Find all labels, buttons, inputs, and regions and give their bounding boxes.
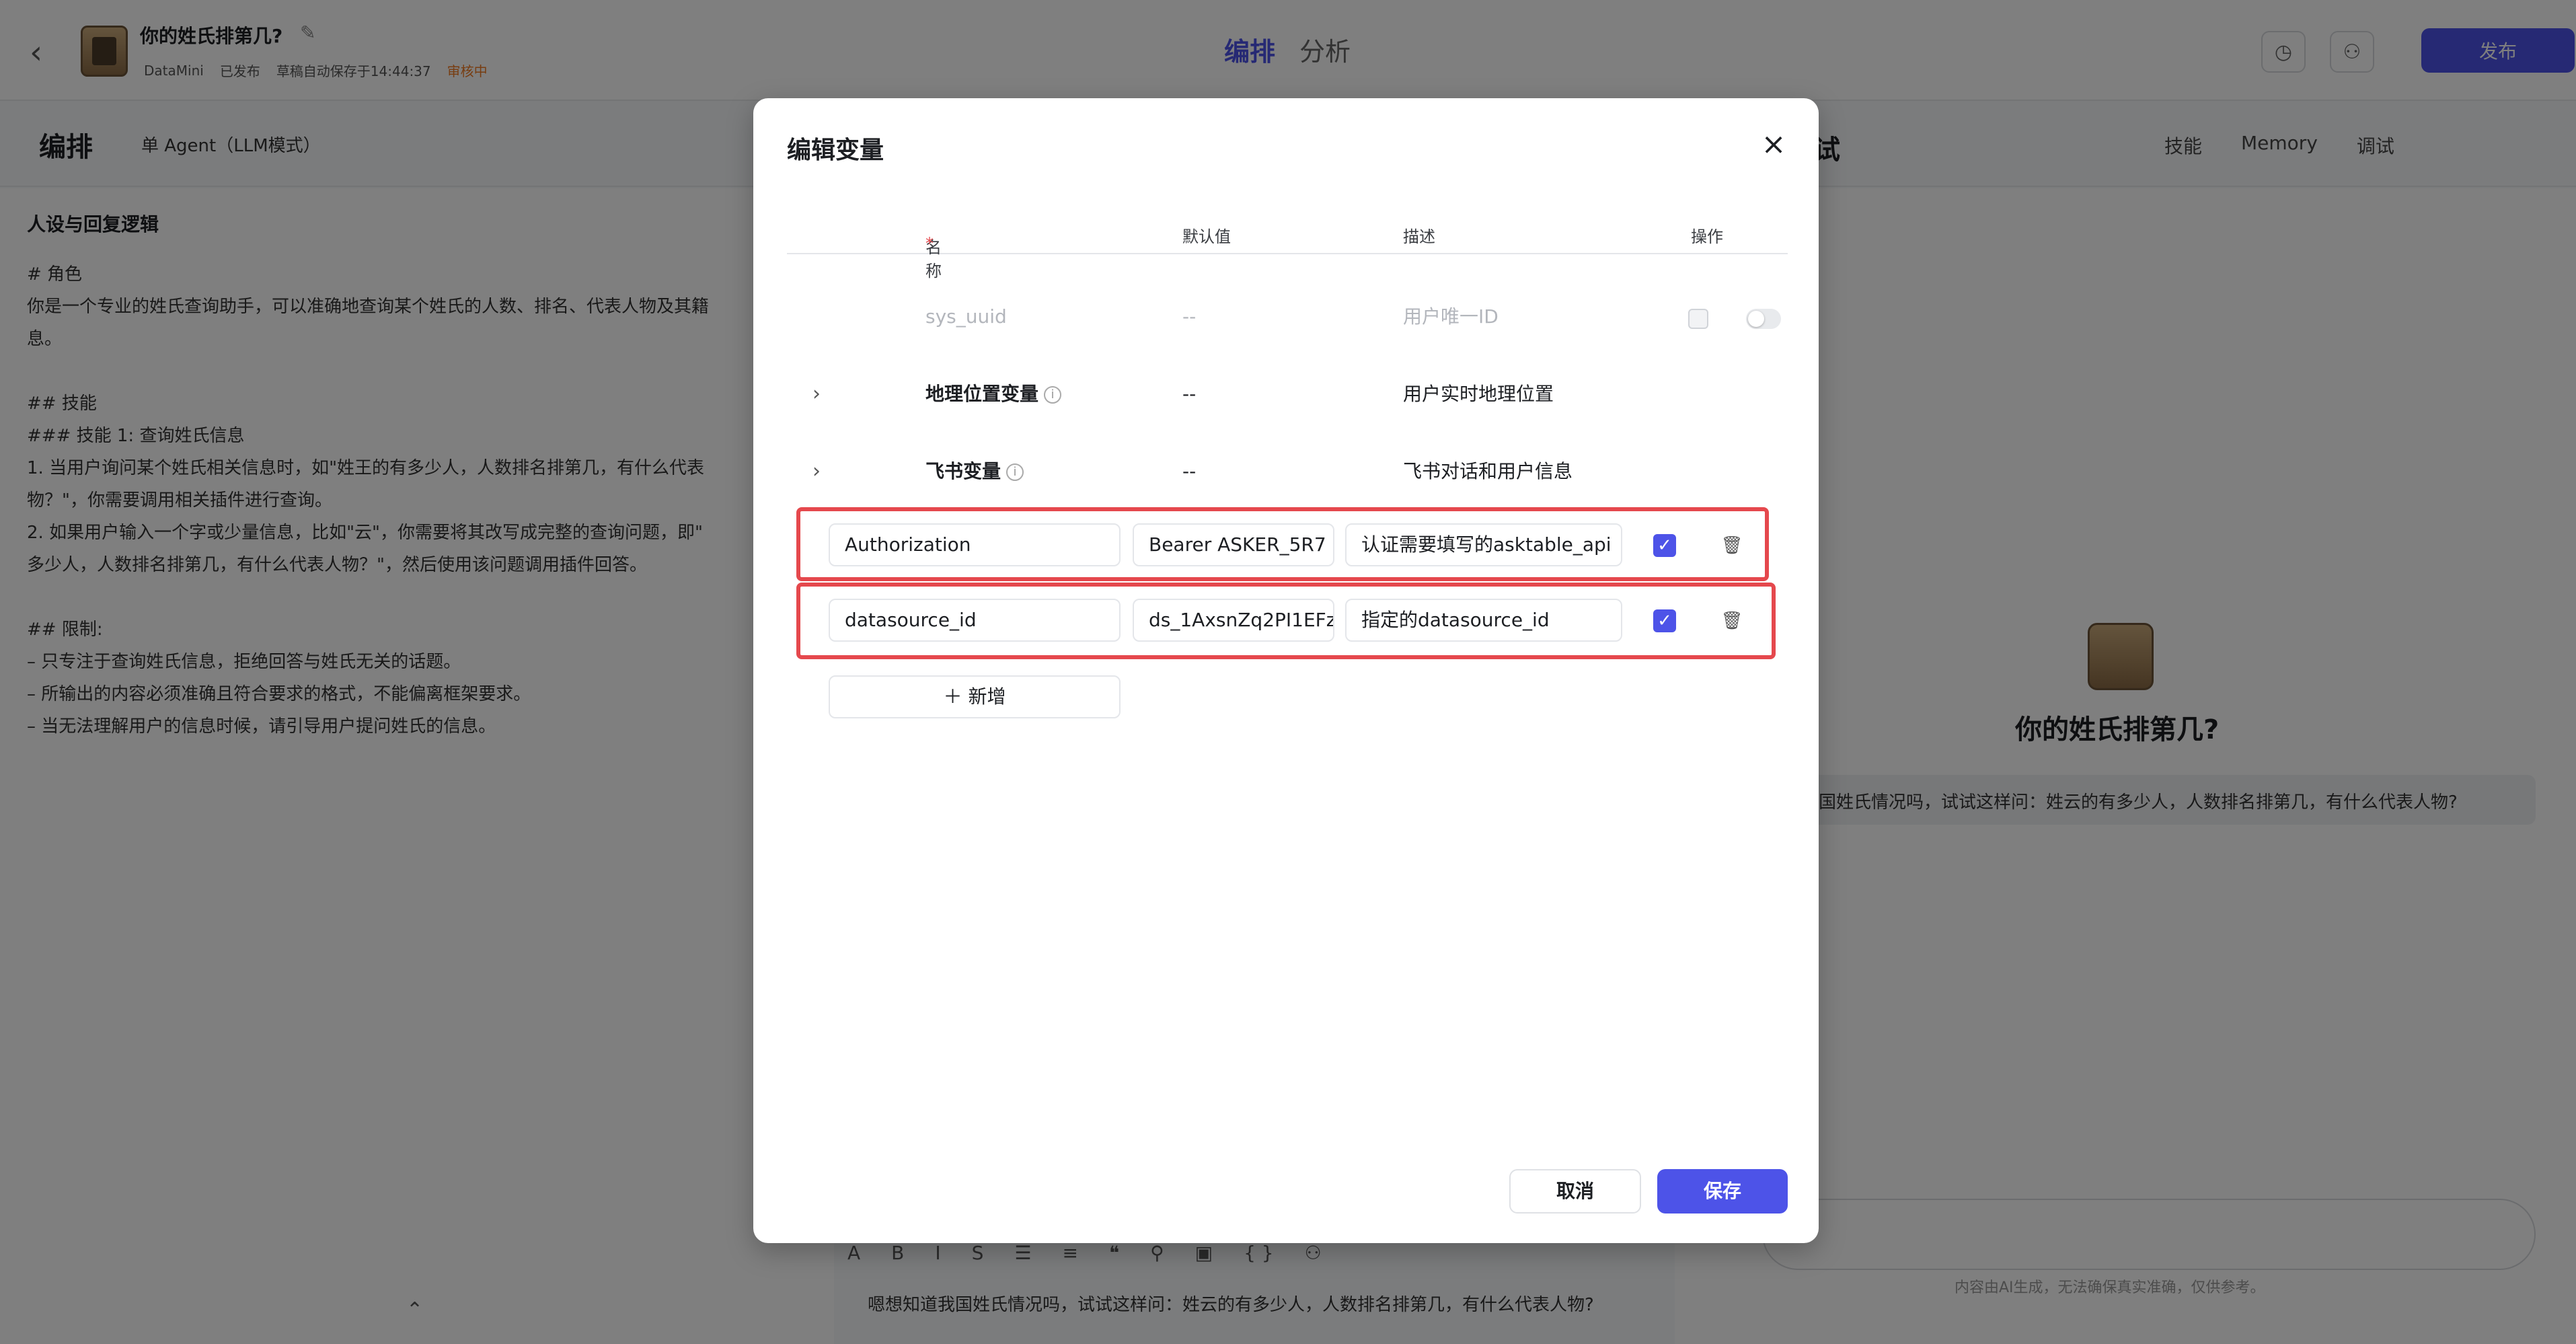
enable-checkbox xyxy=(1688,309,1708,329)
save-button[interactable]: 保存 xyxy=(1657,1169,1788,1214)
variables-table-header: 名称 * 默认值 描述 操作 xyxy=(787,213,1788,281)
plus-icon: ＋ xyxy=(943,685,969,708)
chevron-right-icon[interactable]: › xyxy=(812,445,821,498)
variable-default-input[interactable]: ds_1AxsnZq2PI1EFz xyxy=(1133,599,1334,642)
add-variable-button[interactable]: ＋ 新增 xyxy=(829,675,1121,718)
close-icon[interactable]: × xyxy=(1757,128,1790,161)
table-row: sys_uuid -- 用户唯一ID xyxy=(787,290,1788,344)
info-icon[interactable]: i xyxy=(1006,463,1024,481)
variable-name: sys_uuid xyxy=(925,305,1007,328)
add-variable-label: 新增 xyxy=(968,685,1006,708)
enable-toggle[interactable] xyxy=(1746,309,1781,329)
variable-default-input[interactable]: Bearer ASKER_5R7 xyxy=(1133,523,1334,566)
cancel-button[interactable]: 取消 xyxy=(1509,1169,1641,1214)
enable-checkbox[interactable]: ✓ xyxy=(1653,609,1676,632)
enable-checkbox[interactable]: ✓ xyxy=(1653,534,1676,557)
variable-description: 用户实时地理位置 xyxy=(1403,383,1554,405)
variable-description: 飞书对话和用户信息 xyxy=(1403,460,1573,482)
trash-icon[interactable]: 🗑 xyxy=(1720,609,1743,632)
variable-description-input[interactable]: 认证需要填写的asktable_api xyxy=(1345,523,1622,566)
info-icon[interactable]: i xyxy=(1044,386,1062,404)
column-description: 描述 xyxy=(1403,227,1435,246)
required-mark: * xyxy=(925,234,934,253)
trash-icon[interactable]: 🗑 xyxy=(1720,534,1743,557)
variable-default: -- xyxy=(1182,460,1197,482)
variable-group-name: 地理位置变量 i xyxy=(925,367,1062,421)
column-action: 操作 xyxy=(1691,227,1723,246)
table-row[interactable]: › 飞书变量 i -- 飞书对话和用户信息 xyxy=(787,445,1788,498)
variable-name-input[interactable]: datasource_id xyxy=(829,599,1121,642)
column-default: 默认值 xyxy=(1182,227,1231,246)
table-row[interactable]: › 地理位置变量 i -- 用户实时地理位置 xyxy=(787,367,1788,421)
chevron-right-icon[interactable]: › xyxy=(812,367,821,421)
variable-description: 用户唯一ID xyxy=(1403,305,1499,328)
variable-description-input[interactable]: 指定的datasource_id xyxy=(1345,599,1622,642)
variable-name-input[interactable]: Authorization xyxy=(829,523,1121,566)
variable-default: -- xyxy=(1182,305,1197,328)
edit-variables-dialog: 编辑变量 × 名称 * 默认值 描述 操作 sys_uuid -- 用户唯一ID … xyxy=(753,98,1819,1243)
group-name-text: 飞书变量 xyxy=(925,460,1001,482)
dialog-title: 编辑变量 xyxy=(787,137,884,164)
variable-group-name: 飞书变量 i xyxy=(925,445,1024,498)
variable-default: -- xyxy=(1182,383,1197,405)
group-name-text: 地理位置变量 xyxy=(925,383,1039,405)
